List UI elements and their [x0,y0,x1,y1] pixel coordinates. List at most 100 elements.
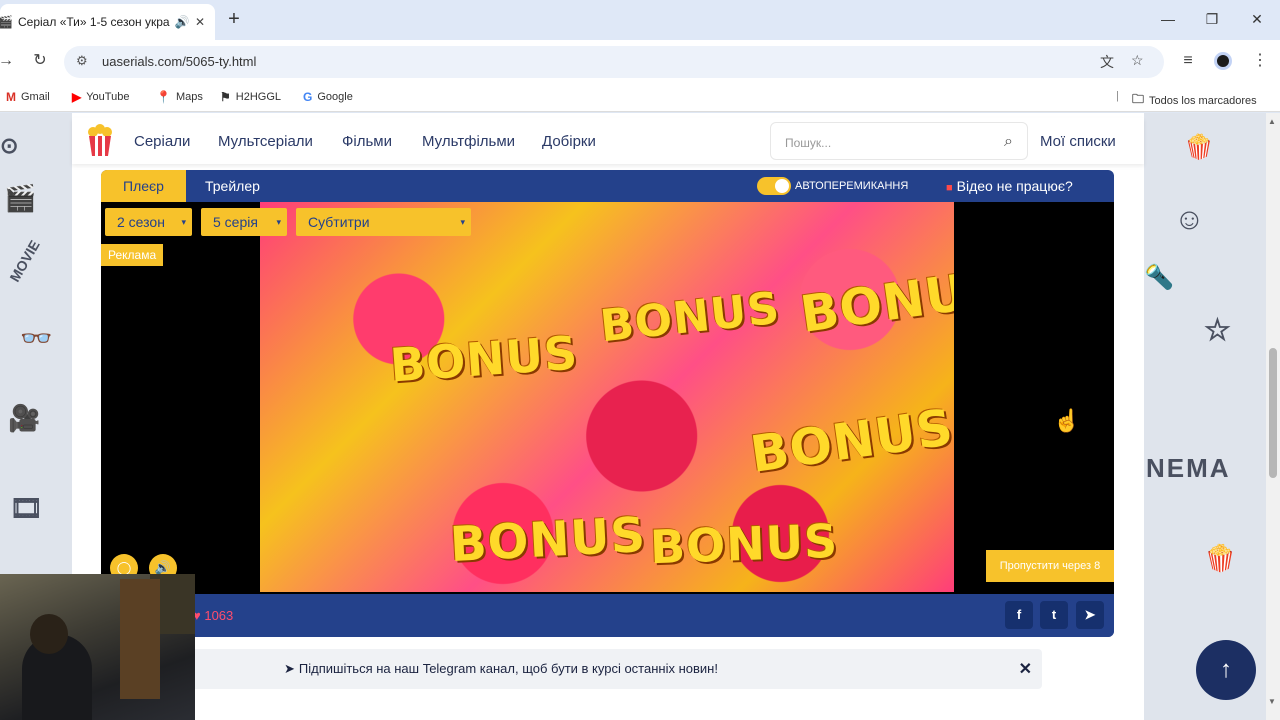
bookmark-youtube[interactable]: ▶ YouTube [72,90,129,104]
twitter-share-icon[interactable]: t [1040,601,1068,629]
site-navbar: Серіали Мультсеріали Фільми Мультфільми … [72,118,1144,164]
tab-player[interactable]: Плеєр [101,170,186,202]
hand-cursor-icon: ☝ [1053,408,1081,433]
popcorn-doodle-icon: 🍿 [1184,134,1214,161]
search-box[interactable]: Пошук... ⌕ [770,122,1028,160]
h2h-icon: ⚑ [220,90,231,104]
close-window-button[interactable]: ✕ [1245,8,1269,32]
likes-count[interactable]: ♥ 1063 [193,608,233,623]
toggle-knob [775,179,789,193]
scroll-to-top-button[interactable]: ↑ [1196,640,1256,700]
player-footer: ♥ 1063 f t ➤ [101,594,1114,637]
nav-films[interactable]: Фільми [342,133,392,150]
scroll-down-arrow[interactable]: ▼ [1268,697,1276,706]
webcam-overlay [0,574,195,720]
page-scrollbar[interactable]: ▲ ▼ [1266,113,1280,720]
nav-serials[interactable]: Серіали [134,133,190,150]
speaker-icon[interactable]: 🔊 [173,15,191,29]
main-content: Серіали Мультсеріали Фільми Мультфільми … [72,113,1144,720]
tab-trailer[interactable]: Трейлер [205,178,260,194]
episode-select[interactable]: 5 серія ▾ [201,208,287,236]
all-bookmarks-button[interactable]: 🗀 Todos los marcadores [1132,90,1257,111]
subtitles-select[interactable]: Субтитри ▾ [296,208,471,236]
season-select[interactable]: 2 сезон ▾ [105,208,192,236]
ad-bonus-text-6: BONUS [649,513,840,575]
bookmarks-bar: M Gmail ▶ YouTube 📍 Maps ⚑ H2HGGL G Google | … [0,84,1280,112]
google-icon: G [303,90,313,104]
ad-bonus-text-3: BONUS [388,325,580,393]
url-text: uaserials.com/5065-ty.html [102,54,257,69]
close-icon[interactable]: ✕ [1019,659,1032,679]
nav-cartoons[interactable]: Мультфільми [422,133,515,150]
telegram-message: ➤ Підпишіться на наш Telegram канал, щоб … [284,661,718,676]
profile-avatar[interactable] [1214,52,1232,70]
autoplay-toggle[interactable] [757,177,791,195]
bookmark-gmail[interactable]: M Gmail [6,90,50,104]
film-reel-doodle-icon: 🎞 [10,493,44,523]
new-tab-button[interactable]: + [222,8,246,32]
bookmarks-divider: | [1116,90,1119,102]
tab-title: Серіал «Ти» 1-5 сезон укра [18,15,170,29]
nav-cartoon-series[interactable]: Мультсеріали [218,133,313,150]
clapperboard-icon: 🎬 [0,15,13,29]
gmail-icon: M [6,90,16,104]
ad-bonus-text-1: BONUS [597,282,783,353]
bookmark-star-icon[interactable]: ☆ [1131,52,1144,69]
search-input[interactable]: Пошук... [785,136,831,150]
youtube-icon: ▶ [72,90,82,104]
ad-creative[interactable]: BONUS BONUS BONUS BONUS BONUS BONUS [260,202,954,592]
facebook-share-icon[interactable]: f [1005,601,1033,629]
site-info-icon[interactable]: ⚙ [76,53,88,69]
report-broken-link[interactable]: ■ Відео не працює? [946,178,1073,194]
camera-doodle-icon: 🎥 [8,403,41,433]
my-lists-link[interactable]: Мої списки [1040,133,1116,150]
star-doodle-icon: ☆ [1204,314,1231,347]
bookmark-maps[interactable]: 📍 Maps [156,90,203,104]
minimize-button[interactable]: — [1156,8,1180,32]
maps-pin-icon: 📍 [156,90,171,104]
close-tab-icon[interactable]: ✕ [191,15,209,29]
telegram-plane-icon: ➤ [284,661,295,676]
folder-icon: 🗀 [1132,92,1145,106]
chevron-down-icon: ▾ [460,217,465,227]
telegram-share-icon[interactable]: ➤ [1076,601,1104,629]
play-circle-icon: ⊙ [0,133,19,158]
background-decoration-right: 🍿 ☺ 🔦 ☆ NEMA 🍿 [1144,113,1266,720]
bookmark-google[interactable]: G Google [303,90,353,104]
popcorn-logo-icon [88,124,112,156]
site-logo[interactable] [84,123,116,157]
movie-doodle: MOVIE [6,237,43,285]
video-area[interactable]: BONUS BONUS BONUS BONUS BONUS BONUS 2 се… [101,202,1114,594]
translate-icon[interactable]: 文 [1100,52,1114,72]
browser-tab[interactable]: 🎬 Серіал «Ти» 1-5 сезон укра 🔊 ✕ [0,4,215,40]
reload-icon[interactable]: ↻ [28,50,52,74]
forward-icon[interactable]: → [0,50,18,74]
restore-button[interactable]: ❐ [1200,8,1224,32]
bookmark-h2hggl[interactable]: ⚑ H2HGGL [220,90,281,104]
webcam-person-head [30,614,68,654]
address-bar[interactable]: ⚙ uaserials.com/5065-ty.html 文 ☆ [64,46,1164,78]
search-icon[interactable]: ⌕ [1004,133,1013,151]
ad-badge: Реклама [101,244,164,266]
scroll-thumb[interactable] [1269,348,1277,478]
ad-bonus-text-4: BONUS [746,398,954,484]
scroll-up-arrow[interactable]: ▲ [1268,117,1276,126]
nav-collections[interactable]: Добірки [542,133,596,150]
chevron-down-icon: ▾ [276,217,281,227]
clapperboard-doodle-icon: 🎬 [4,183,37,213]
telegram-banner: ➤ Підпишіться на наш Telegram канал, щоб … [124,649,1042,689]
media-controls-icon[interactable]: ≡ [1176,50,1200,74]
autoplay-label: АВТОПЕРЕМИКАННЯ [795,180,909,192]
video-player: Плеєр Трейлер АВТОПЕРЕМИКАННЯ ■ Відео не … [101,170,1114,637]
popcorn-doodle-icon-2: 🍿 [1204,543,1237,573]
lady-doodle-icon: ☺ [1174,203,1205,236]
webcam-door [120,579,160,699]
skip-ad-button[interactable]: Пропустити через 8 [986,550,1114,582]
chevron-down-icon: ▾ [181,217,186,227]
glasses-doodle-icon: 👓 [20,323,53,353]
browser-tabbar: 🎬 Серіал «Ти» 1-5 сезон укра 🔊 ✕ + — ❐ ✕ [0,0,1280,40]
camera-icon: ■ [946,182,953,194]
menu-icon[interactable]: ⋮ [1248,50,1272,74]
ad-bonus-text-5: BONUS [448,506,648,574]
browser-toolbar: → ↻ ⚙ uaserials.com/5065-ty.html 文 ☆ ≡ ⋮ [0,40,1280,84]
